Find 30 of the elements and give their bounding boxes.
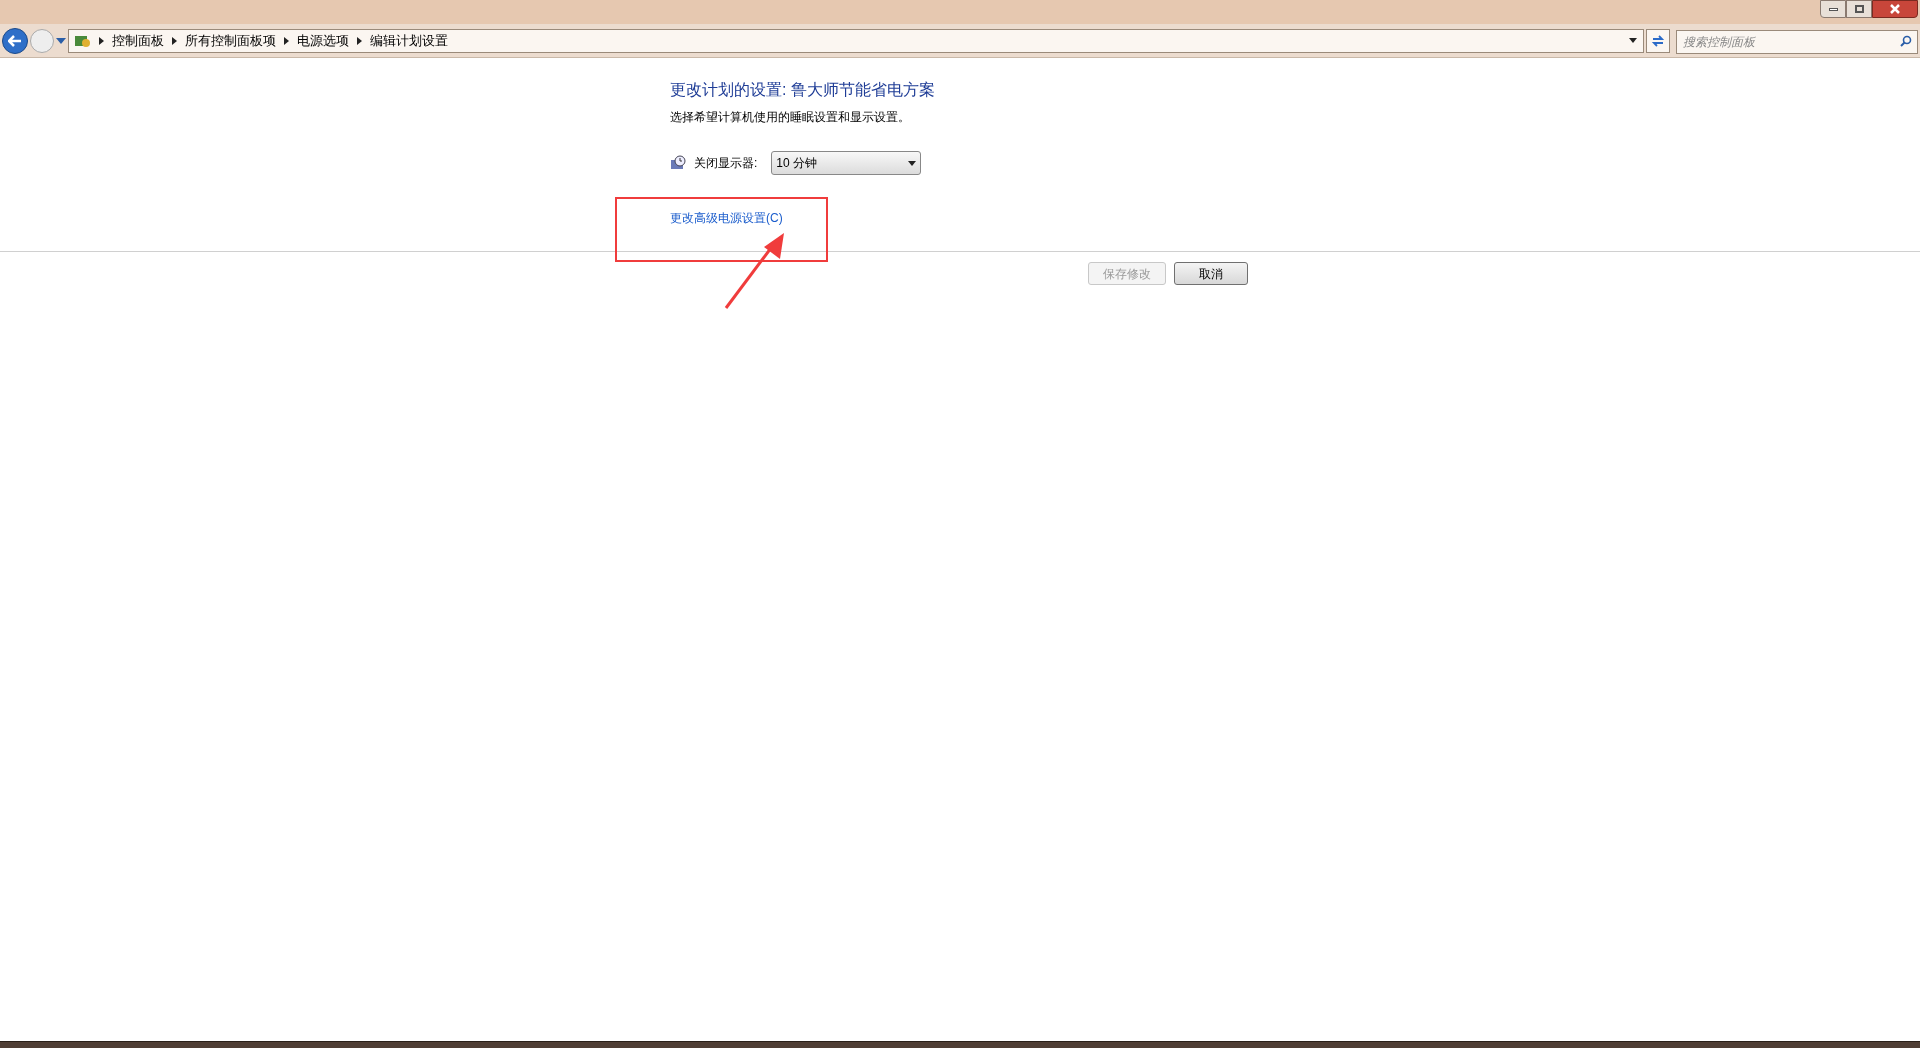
advanced-settings-link[interactable]: 更改高级电源设置(C)	[670, 209, 783, 227]
search-icon	[1900, 34, 1912, 47]
breadcrumb-item[interactable]: 电源选项	[297, 30, 349, 51]
page-heading: 更改计划的设置: 鲁大师节能省电方案	[670, 80, 936, 100]
restore-icon	[1854, 5, 1864, 13]
monitor-clock-icon	[670, 155, 686, 171]
minimize-icon	[1828, 7, 1838, 11]
minimize-button[interactable]	[1820, 0, 1846, 18]
dropdown-arrow-icon[interactable]	[1629, 38, 1637, 43]
dialog-button[interactable]: 取消	[1174, 262, 1248, 285]
setting-label: 关闭显示器:	[694, 155, 758, 172]
page-description: 选择希望计算机使用的睡眠设置和显示设置。	[670, 109, 911, 126]
refresh-icon	[1651, 34, 1665, 47]
breadcrumb-item[interactable]: 所有控制面板项	[185, 30, 276, 51]
breadcrumb-item[interactable]: 控制面板	[112, 30, 164, 51]
dropdown-arrow-icon	[908, 160, 917, 166]
refresh-button[interactable]	[1646, 28, 1670, 53]
back-arrow-icon	[8, 34, 22, 47]
back-button[interactable]	[2, 27, 28, 54]
breadcrumb-item[interactable]: 编辑计划设置	[370, 30, 448, 51]
chevron-icon[interactable]	[357, 36, 362, 45]
setting-dropdown[interactable]: 10 分钟	[771, 151, 922, 175]
search-field[interactable]: 搜索控制面板	[1676, 29, 1918, 54]
chevron-icon[interactable]	[284, 36, 289, 45]
close-button[interactable]	[1872, 0, 1918, 18]
restore-button[interactable]	[1846, 0, 1872, 18]
chevron-icon[interactable]	[172, 36, 177, 45]
close-icon	[1890, 4, 1900, 14]
address-bar[interactable]: 控制面板 所有控制面板项 电源选项 编辑计划设置	[68, 28, 1644, 53]
chevron-icon[interactable]	[99, 36, 104, 45]
